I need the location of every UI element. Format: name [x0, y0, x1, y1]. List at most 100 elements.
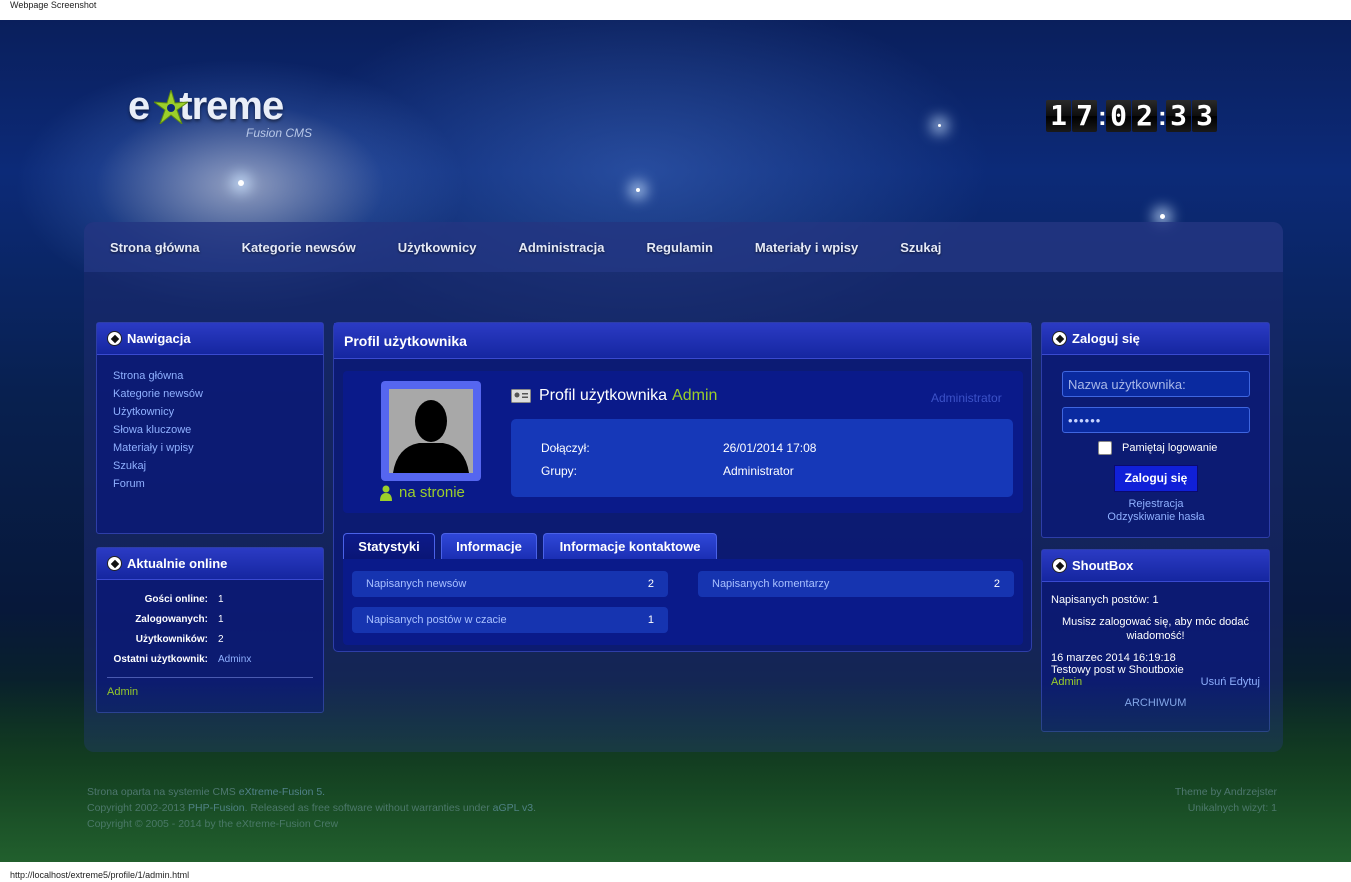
role-label: Administrator: [931, 391, 1002, 405]
logo-star-icon: [154, 90, 188, 124]
online-row: Użytkowników: 2: [97, 629, 323, 649]
archive-row: ARCHIWUM: [1051, 697, 1260, 709]
archive-link[interactable]: ARCHIWUM: [1125, 697, 1187, 709]
online-label: Ostatni użytkownik:: [113, 653, 208, 665]
php-fusion-link[interactable]: PHP-Fusion: [188, 802, 245, 814]
login-form: Nazwa użytkownika: •••••• Pamiętaj logow…: [1062, 371, 1250, 523]
panel-header: Nawigacja: [97, 323, 323, 355]
clock-digit: 3: [1192, 100, 1217, 132]
football-icon: [107, 556, 122, 571]
online-users-list: Admin: [107, 677, 313, 698]
nav-users[interactable]: Użytkownicy: [398, 240, 477, 255]
clock-separator: :: [1158, 101, 1167, 131]
online-value: 1: [218, 613, 224, 625]
groups-label: Grupy:: [541, 464, 578, 478]
recover-password-link[interactable]: Odzyskiwanie hasła: [1062, 511, 1250, 523]
stadium-light: [636, 188, 640, 192]
stat-comments: Napisanych komentarzy 2: [698, 571, 1014, 597]
clock-separator: :: [1098, 101, 1107, 131]
top-navigation: Strona główna Kategorie newsów Użytkowni…: [84, 222, 1283, 272]
profile-card: na stronie Profil użytkownika Admin Admi…: [343, 371, 1023, 513]
password-input[interactable]: ••••••: [1062, 407, 1250, 433]
joined-value: 26/01/2014 17:08: [723, 441, 817, 455]
clock-digit: 3: [1166, 100, 1191, 132]
football-icon: [1052, 331, 1067, 346]
digital-clock: 1 7 : 0 2 : 3 3: [1046, 100, 1218, 132]
stadium-light: [938, 124, 941, 127]
shoutbox-content: Napisanych postów: 1 Musisz zalogować si…: [1042, 582, 1269, 709]
tab-statistics[interactable]: Statystyki: [343, 533, 435, 559]
clock-digit: 2: [1132, 100, 1157, 132]
groups-value: Administrator: [723, 464, 794, 478]
nav-home[interactable]: Strona główna: [110, 240, 200, 255]
id-card-icon: [511, 389, 531, 403]
footer-text: Copyright 2002-2013: [87, 802, 188, 814]
joined-label: Dołączył:: [541, 441, 590, 455]
online-status: na stronie: [379, 484, 465, 501]
delete-shout-link[interactable]: Usuń: [1201, 676, 1227, 688]
last-user-link[interactable]: Adminx: [218, 654, 251, 665]
shout-meta: Admin Usuń Edytuj: [1051, 676, 1260, 688]
side-link-search[interactable]: Szukaj: [113, 457, 323, 475]
online-stats: Gości online: 1 Zalogowanych: 1 Użytkown…: [97, 580, 323, 669]
shoutbox-notice: Musisz zalogować się, aby móc dodać wiad…: [1061, 616, 1250, 642]
clock-digit: 1: [1046, 100, 1071, 132]
shoutbox-panel: ShoutBox Napisanych postów: 1 Musisz zal…: [1041, 549, 1270, 732]
screenshot-caption: Webpage Screenshot: [10, 0, 97, 10]
edit-shout-link[interactable]: Edytuj: [1229, 676, 1260, 688]
panel-header: Zaloguj się: [1042, 323, 1269, 355]
logo-wordmark: e treme: [128, 84, 284, 128]
profile-info-box: Dołączył: 26/01/2014 17:08 Grupy: Admini…: [511, 419, 1013, 497]
remember-label: Pamiętaj logowanie: [1122, 442, 1218, 454]
tab-information[interactable]: Informacje: [441, 533, 537, 559]
side-link-forum[interactable]: Forum: [113, 475, 323, 493]
profile-panel: Profil użytkownika na stronie Profil uży…: [333, 322, 1032, 652]
user-online-icon: [380, 485, 392, 501]
online-user-link[interactable]: Admin: [107, 686, 138, 698]
site-logo[interactable]: e treme Fusion CMS: [128, 84, 328, 144]
online-label: Gości online:: [144, 593, 208, 605]
login-button[interactable]: Zaloguj się: [1114, 465, 1198, 492]
nav-search[interactable]: Szukaj: [900, 240, 941, 255]
shoutbox-count: Napisanych postów: 1: [1051, 594, 1159, 606]
footer-line: Theme by Andrzejster: [1175, 784, 1277, 800]
footer-right: Theme by Andrzejster Unikalnych wizyt: 1: [1175, 784, 1277, 816]
football-icon: [1052, 558, 1067, 573]
side-link-home[interactable]: Strona główna: [113, 367, 323, 385]
nav-rules[interactable]: Regulamin: [646, 240, 712, 255]
profile-heading: Profil użytkownika Admin: [511, 387, 717, 405]
side-link-users[interactable]: Użytkownicy: [113, 403, 323, 421]
side-link-keywords[interactable]: Słowa kluczowe: [113, 421, 323, 439]
online-label: Użytkowników:: [135, 633, 208, 645]
nav-news-categories[interactable]: Kategorie newsów: [242, 240, 356, 255]
theme-author-link[interactable]: Andrzejster: [1224, 786, 1277, 798]
main-wrapper: Strona główna Kategorie newsów Użytkowni…: [84, 222, 1283, 752]
avatar: [389, 389, 473, 473]
remember-checkbox[interactable]: [1098, 441, 1112, 455]
side-link-news-categories[interactable]: Kategorie newsów: [113, 385, 323, 403]
stat-label: Napisanych postów w czacie: [366, 614, 507, 626]
side-link-materials[interactable]: Materiały i wpisy: [113, 439, 323, 457]
silhouette-icon: [393, 400, 469, 473]
login-links: Rejestracja Odzyskiwanie hasła: [1062, 498, 1250, 523]
panel-header: Profil użytkownika: [334, 323, 1031, 359]
tab-contact-information[interactable]: Informacje kontaktowe: [543, 533, 717, 559]
unique-visits: Unikalnych wizyt: 1: [1187, 802, 1277, 814]
shout-actions: Usuń Edytuj: [1201, 676, 1260, 688]
panel-title: ShoutBox: [1072, 558, 1134, 573]
statistics-content: Napisanych newsów 2 Napisanych komentarz…: [343, 559, 1023, 645]
register-link[interactable]: Rejestracja: [1062, 498, 1250, 510]
username-input[interactable]: Nazwa użytkownika:: [1062, 371, 1250, 397]
navigation-list: Strona główna Kategorie newsów Użytkowni…: [97, 355, 323, 493]
nav-administration[interactable]: Administracja: [518, 240, 604, 255]
online-label: Zalogowanych:: [135, 613, 208, 625]
footer-copyright: Copyright © 2005 - 2014 by the eXtreme-F…: [87, 818, 339, 830]
shout-author-link[interactable]: Admin: [1051, 676, 1082, 688]
online-row: Zalogowanych: 1: [97, 609, 323, 629]
extreme-fusion-link[interactable]: eXtreme-Fusion 5.: [239, 786, 325, 798]
agpl-link[interactable]: aGPL v3: [493, 802, 533, 814]
panel-header: Aktualnie online: [97, 548, 323, 580]
nav-materials[interactable]: Materiały i wpisy: [755, 240, 858, 255]
login-panel: Zaloguj się Nazwa użytkownika: •••••• Pa…: [1041, 322, 1270, 538]
footer-text: . Released as free software without warr…: [244, 802, 493, 814]
